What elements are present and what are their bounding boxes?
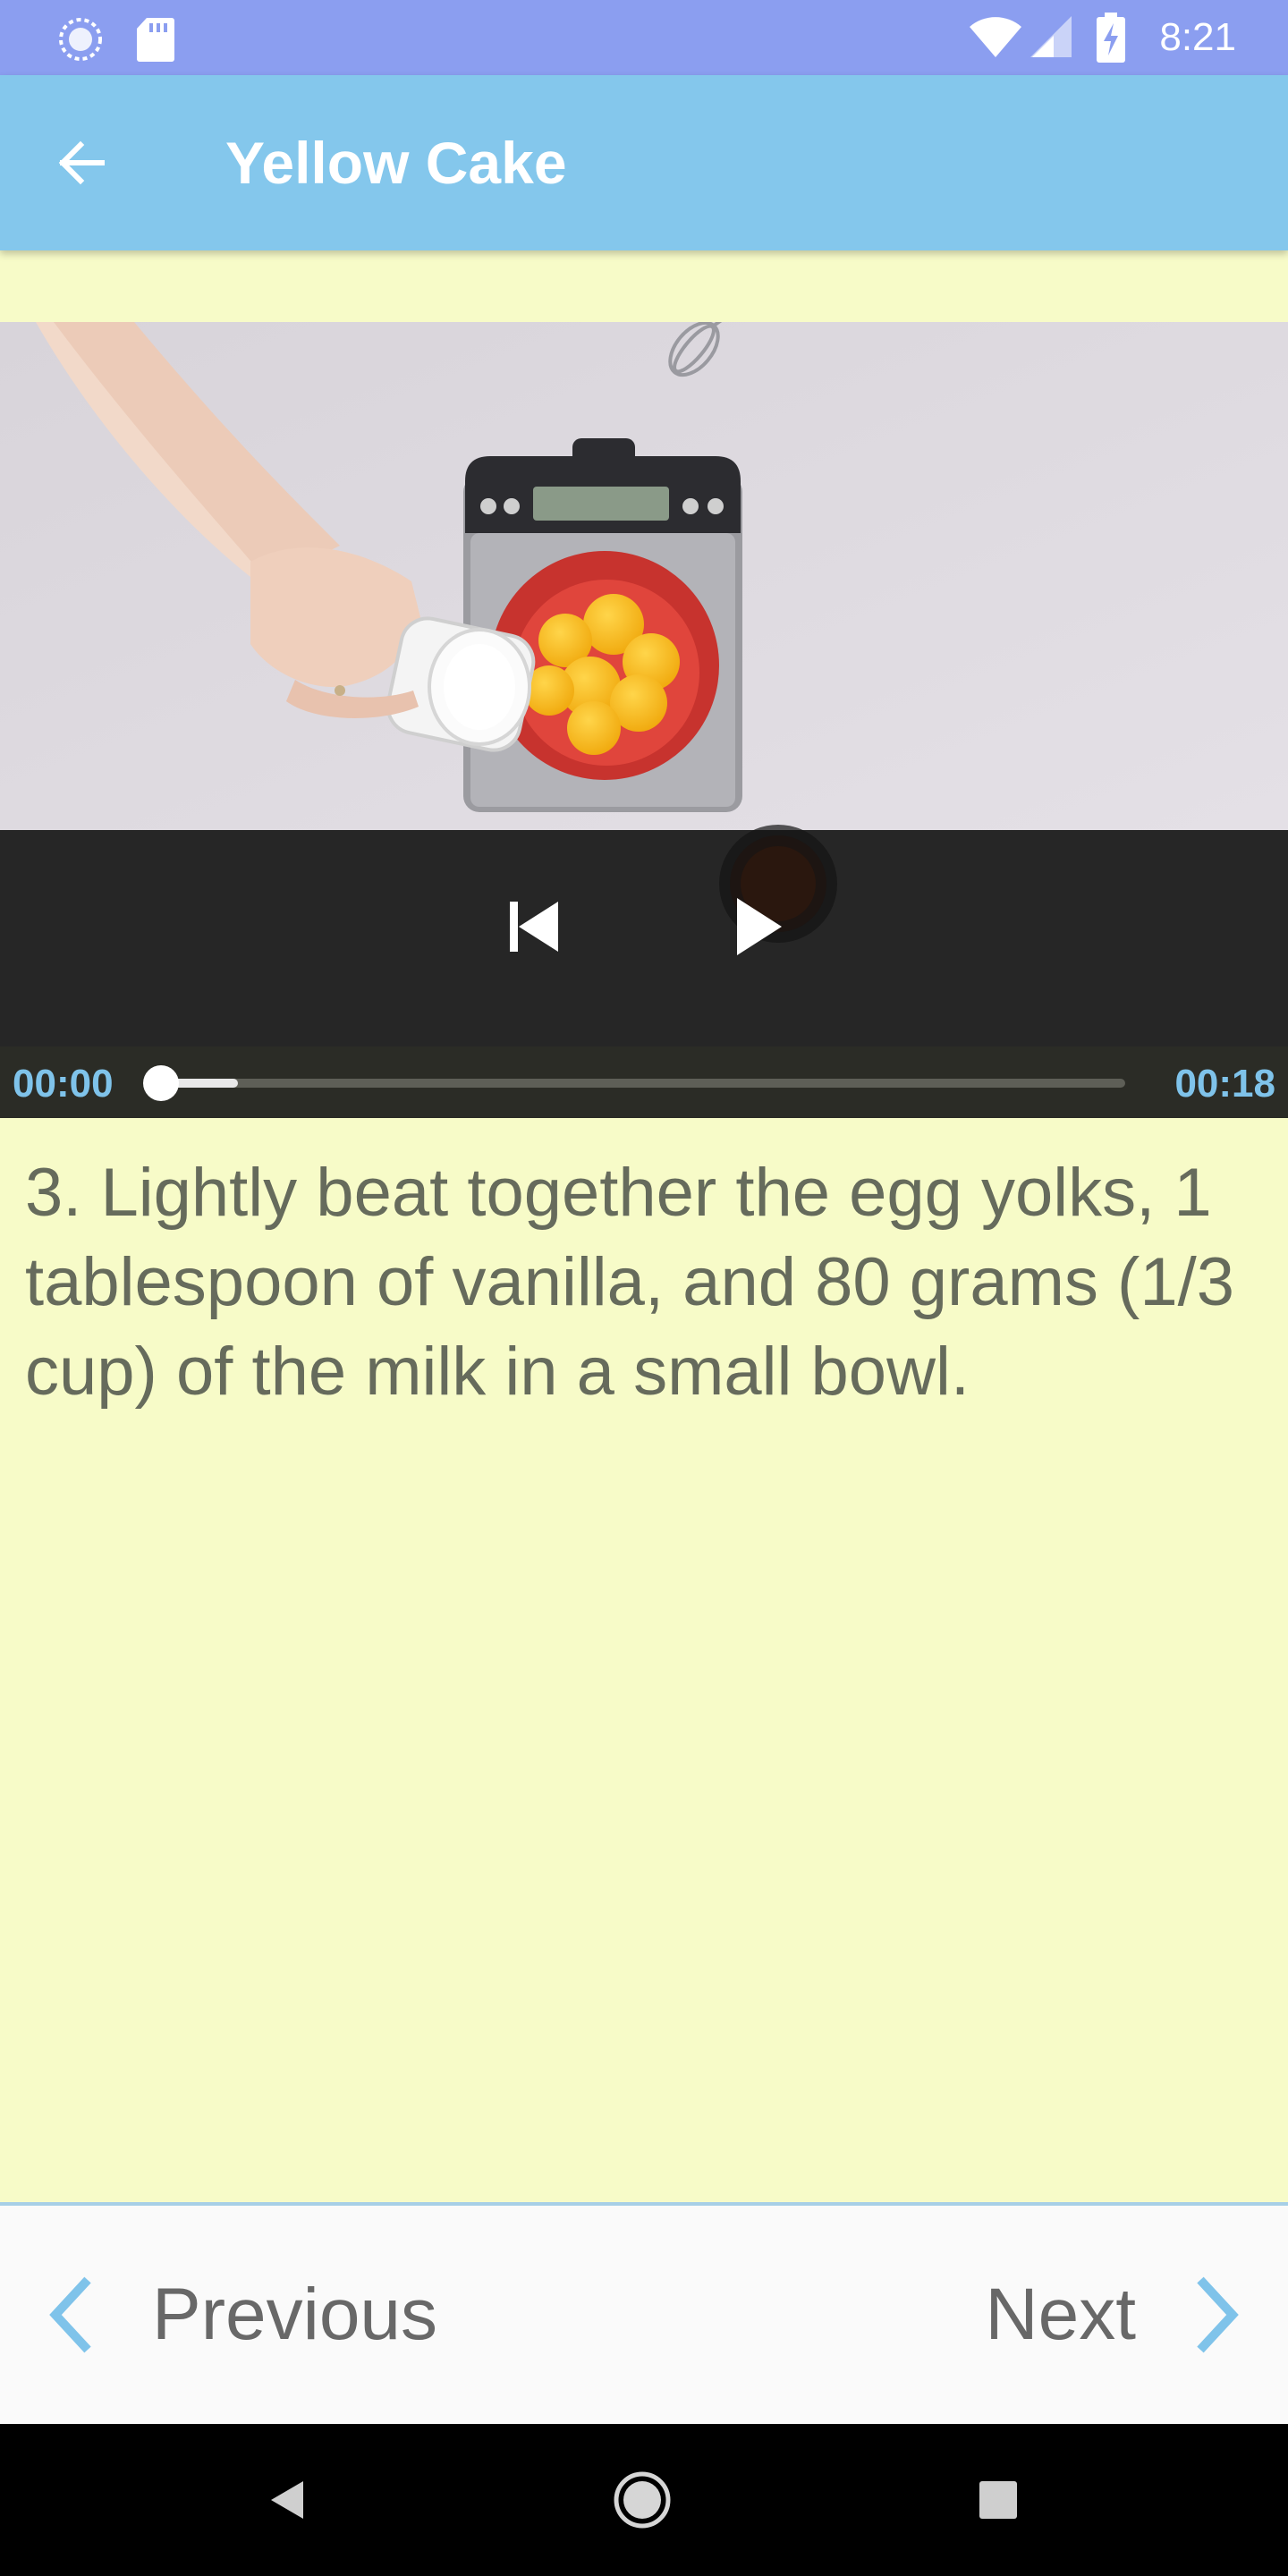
system-home-button[interactable] <box>606 2464 678 2536</box>
page-title: Yellow Cake <box>225 130 567 196</box>
step-description: 3. Lightly beat together the egg yolks, … <box>25 1155 1234 1410</box>
wifi-icon <box>968 14 1023 64</box>
chevron-left-icon <box>49 2276 91 2353</box>
play-button[interactable] <box>716 884 801 970</box>
skip-previous-button[interactable] <box>490 884 576 970</box>
previous-label: Previous <box>152 2274 438 2355</box>
elapsed-time: 00:00 <box>13 1062 114 1106</box>
play-icon <box>737 898 782 955</box>
previous-button[interactable]: Previous <box>45 2206 437 2424</box>
video-frame[interactable] <box>0 322 1288 830</box>
skip-previous-icon <box>510 902 558 952</box>
sync-icon <box>57 16 104 67</box>
seek-bar: 00:00 00:18 <box>0 1046 1288 1118</box>
total-duration: 00:18 <box>1174 1062 1275 1106</box>
status-time: 8:21 <box>1159 15 1236 59</box>
next-button[interactable]: Next <box>985 2206 1243 2424</box>
chevron-right-icon <box>1197 2276 1239 2353</box>
circle-home-icon <box>614 2471 671 2529</box>
seek-thumb[interactable] <box>143 1065 179 1101</box>
square-recents-icon <box>979 2481 1017 2519</box>
system-recents-button[interactable] <box>962 2464 1034 2536</box>
triangle-back-icon <box>271 2481 303 2519</box>
back-button[interactable] <box>45 127 116 199</box>
sd-card-icon <box>136 16 175 67</box>
next-label: Next <box>985 2274 1136 2355</box>
arrow-back-icon <box>58 140 105 185</box>
app-bar: Yellow Cake <box>0 75 1288 250</box>
seek-track[interactable] <box>143 1065 1125 1101</box>
system-navigation-bar <box>0 2424 1288 2576</box>
battery-charging-icon <box>1097 13 1125 67</box>
recipe-step-screen: 8:21 Yellow Cake 00:00 00:18 3. Lightly … <box>0 0 1288 2576</box>
status-bar: 8:21 <box>0 0 1288 75</box>
system-back-button[interactable] <box>250 2464 322 2536</box>
video-controls <box>0 825 1288 1046</box>
step-navigation: Previous Next <box>0 2206 1288 2424</box>
cell-signal-icon <box>1029 14 1073 64</box>
video-still <box>0 322 1288 830</box>
